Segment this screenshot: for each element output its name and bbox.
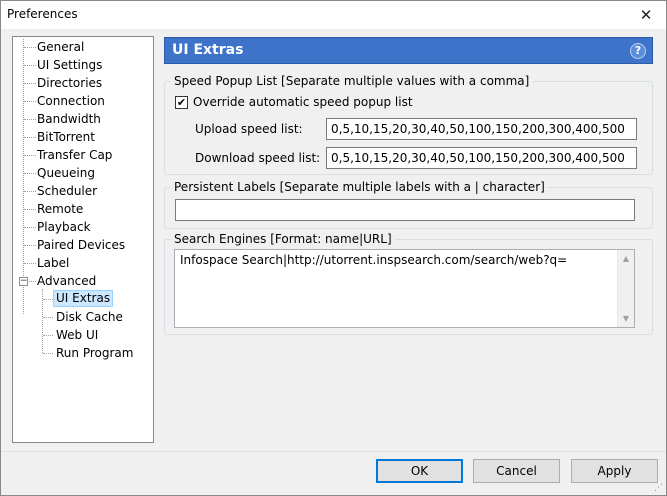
tree-connector — [24, 155, 36, 156]
tree-item-general[interactable]: General — [37, 39, 84, 56]
tree-item-directories[interactable]: Directories — [37, 75, 102, 92]
tree-connector — [24, 137, 36, 138]
help-icon[interactable]: ? — [630, 43, 646, 59]
persistent-labels-group-label: Persistent Labels [Separate multiple lab… — [171, 180, 548, 194]
tree-item-paired-devices[interactable]: Paired Devices — [37, 237, 125, 254]
tree-connector — [24, 263, 36, 264]
override-speed-checkbox[interactable]: ✔ — [175, 96, 188, 109]
tree-item-connection[interactable]: Connection — [37, 93, 105, 110]
search-engines-textarea[interactable]: Infospace Search|http://utorrent.inspsea… — [174, 249, 635, 328]
tree-connector — [43, 299, 53, 300]
tree-item-disk-cache[interactable]: Disk Cache — [56, 309, 123, 326]
tree-connector — [24, 227, 36, 228]
tree-item-playback[interactable]: Playback — [37, 219, 91, 236]
override-speed-label: Override automatic speed popup list — [193, 95, 413, 109]
tree-item-transfer-cap[interactable]: Transfer Cap — [37, 147, 112, 164]
tree-connector — [43, 353, 53, 354]
tree-item-bandwidth[interactable]: Bandwidth — [37, 111, 101, 128]
tree-connector — [23, 39, 24, 314]
tree-connector — [24, 173, 36, 174]
button-bar — [1, 451, 666, 495]
tree-item-label[interactable]: Label — [37, 255, 69, 272]
tree-item-remote[interactable]: Remote — [37, 201, 83, 218]
download-speed-label: Download speed list: — [195, 151, 321, 165]
persistent-labels-input[interactable] — [175, 199, 635, 221]
tree-connector — [24, 245, 36, 246]
upload-speed-input[interactable]: 0,5,10,15,20,30,40,50,100,150,200,300,40… — [326, 118, 637, 140]
search-engines-group-label: Search Engines [Format: name|URL] — [171, 232, 395, 246]
tree-item-run-program[interactable]: Run Program — [56, 345, 133, 362]
tree-item-advanced[interactable]: Advanced — [37, 273, 96, 290]
preferences-tree: General UI Settings Directories Connecti… — [12, 36, 154, 443]
preferences-window: Preferences ✕ General UI Settings Direct… — [0, 0, 667, 496]
cancel-button[interactable]: Cancel — [473, 459, 560, 483]
tree-connector — [24, 101, 36, 102]
tree-connector — [24, 65, 36, 66]
scroll-down-icon[interactable]: ▼ — [618, 310, 634, 327]
tree-connector — [24, 191, 36, 192]
tree-connector — [24, 119, 36, 120]
tree-item-ui-settings[interactable]: UI Settings — [37, 57, 102, 74]
tree-connector — [43, 335, 53, 336]
download-speed-input[interactable]: 0,5,10,15,20,30,40,50,100,150,200,300,40… — [326, 147, 637, 169]
tree-connector — [24, 83, 36, 84]
panel-header: UI Extras ? — [164, 37, 653, 64]
tree-connector — [43, 317, 53, 318]
tree-item-web-ui[interactable]: Web UI — [56, 327, 98, 344]
tree-connector — [29, 281, 36, 282]
tree-connector — [24, 47, 36, 48]
collapse-icon[interactable]: − — [19, 277, 28, 286]
apply-button[interactable]: Apply — [571, 459, 658, 483]
speed-popup-group-label: Speed Popup List [Separate multiple valu… — [171, 74, 533, 88]
tree-item-queueing[interactable]: Queueing — [37, 165, 95, 182]
ok-button[interactable]: OK — [376, 459, 463, 483]
vertical-scrollbar[interactable]: ▲ ▼ — [617, 250, 634, 327]
tree-item-bittorrent[interactable]: BitTorrent — [37, 129, 95, 146]
scroll-up-icon[interactable]: ▲ — [618, 250, 634, 267]
upload-speed-label: Upload speed list: — [195, 122, 303, 136]
title-bar: Preferences ✕ — [1, 1, 666, 29]
tree-connector — [24, 209, 36, 210]
close-icon[interactable]: ✕ — [636, 5, 656, 25]
resize-grip-icon[interactable]: ⋰ — [654, 483, 664, 493]
tree-item-scheduler[interactable]: Scheduler — [37, 183, 97, 200]
panel-title: UI Extras — [172, 42, 244, 58]
window-title: Preferences — [7, 7, 78, 21]
search-engines-text: Infospace Search|http://utorrent.inspsea… — [180, 253, 568, 267]
tree-item-ui-extras[interactable]: UI Extras — [53, 290, 114, 307]
